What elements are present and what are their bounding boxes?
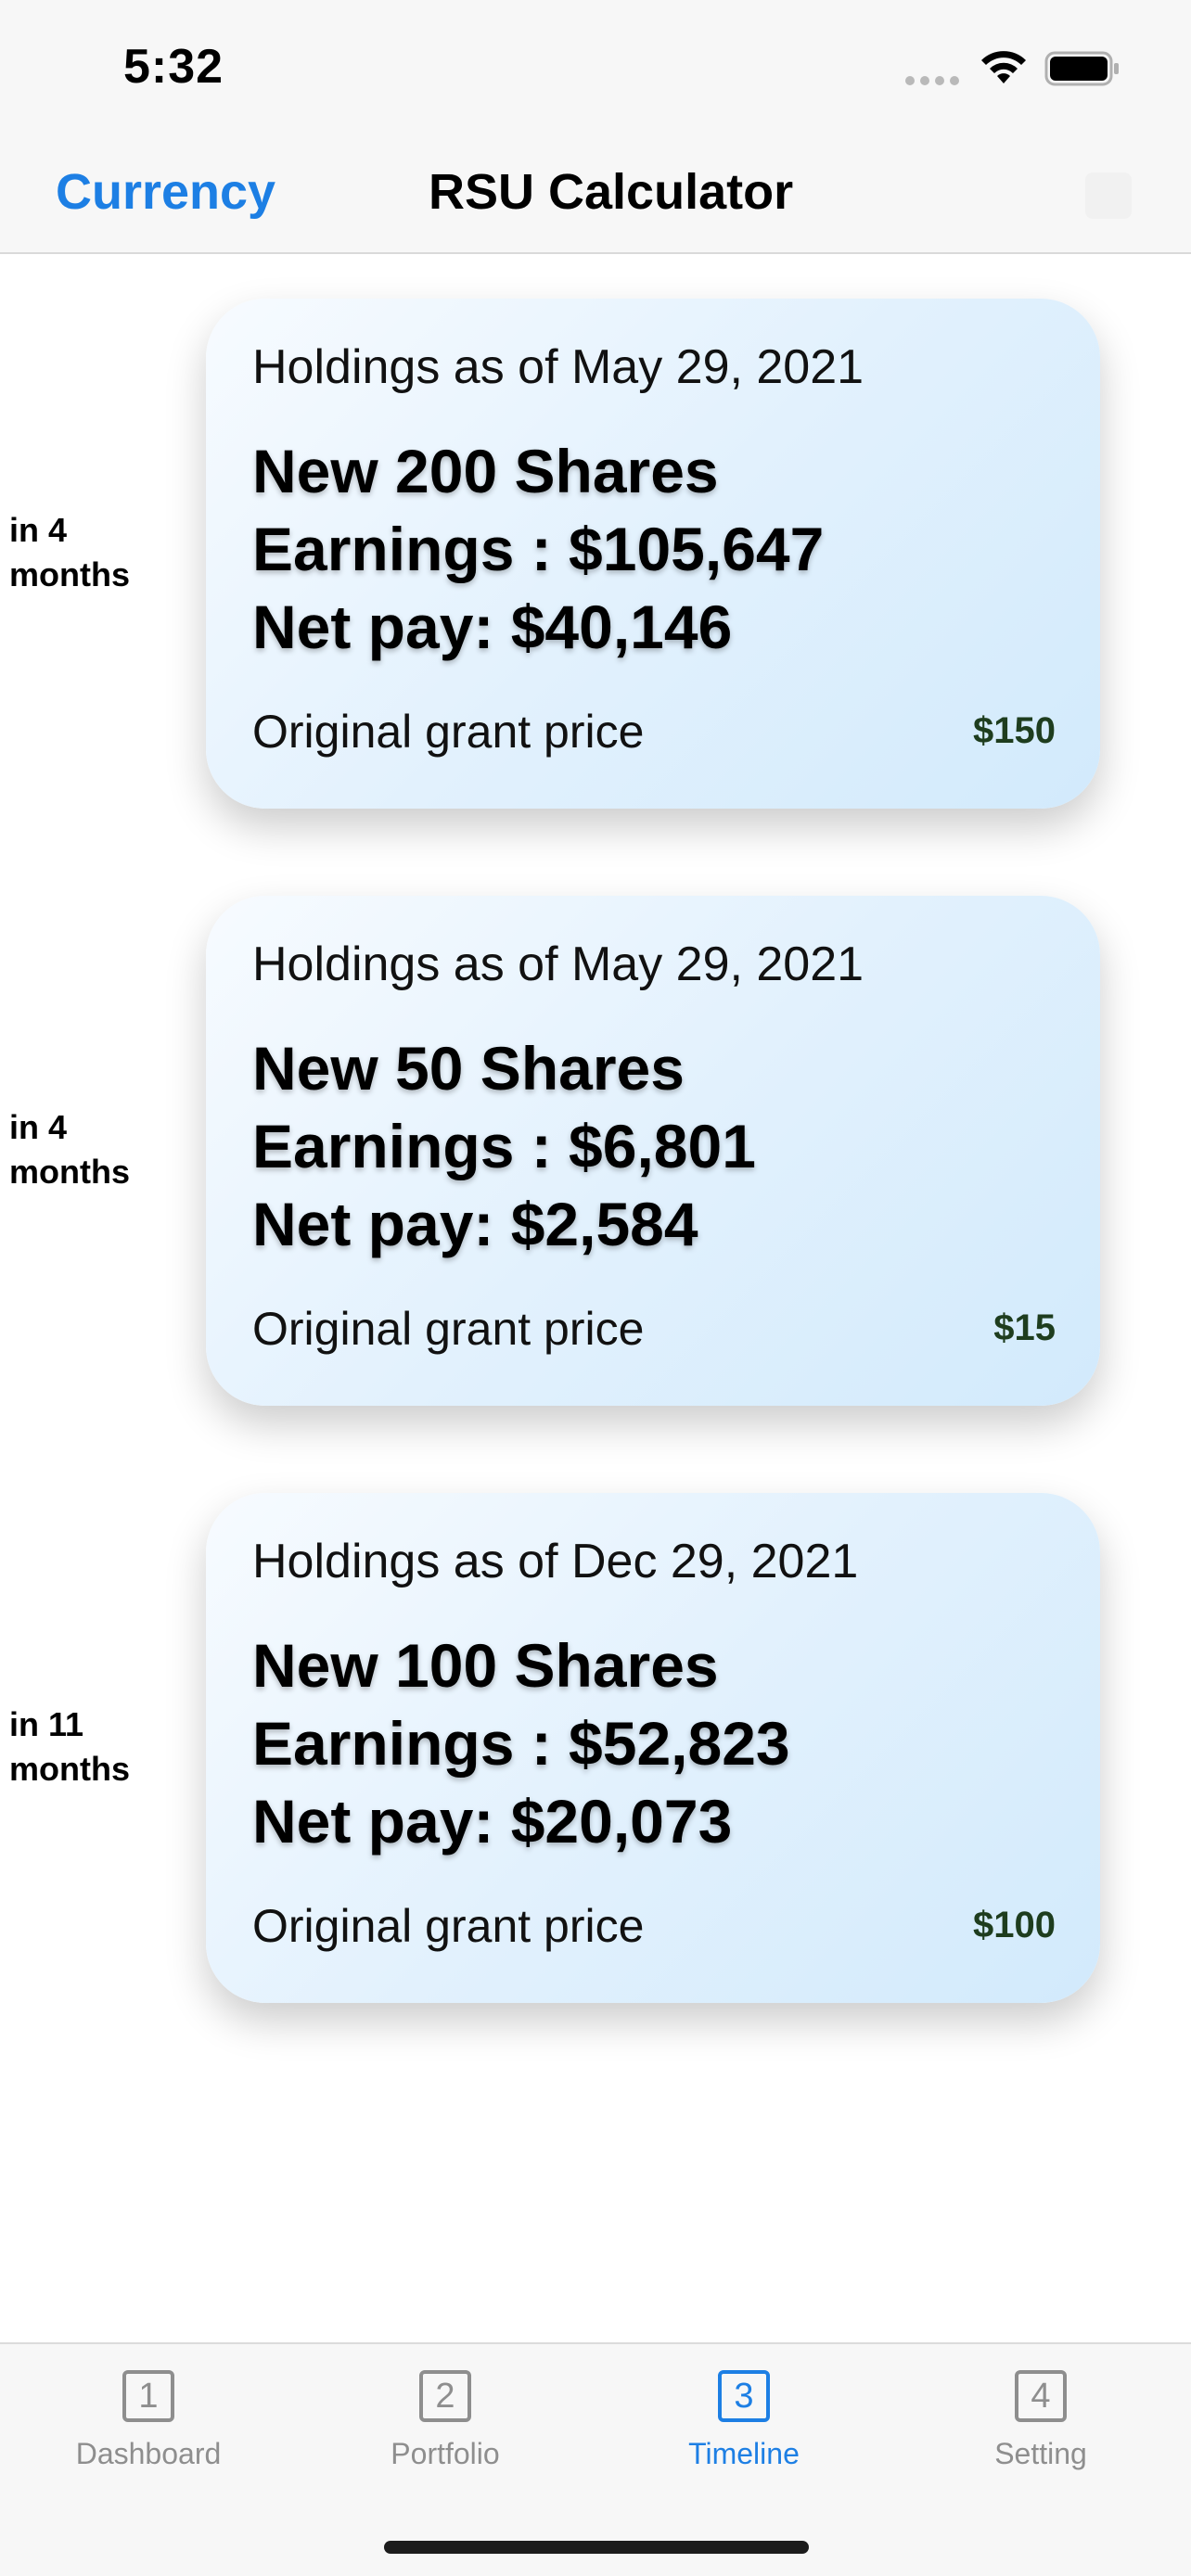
holding-date: Holdings as of Dec 29, 2021 [252,1535,859,1588]
new-shares: New 50 Shares [252,1034,685,1103]
tab-setting[interactable]: 4 Setting [892,2370,1189,2509]
timeline-entry: in 4 months Holdings as of May 29, 2021 … [0,896,1191,1406]
grant-price-label: Original grant price [252,706,645,758]
status-time: 5:32 [123,40,224,94]
holding-card[interactable]: Holdings as of Dec 29, 2021 New 100 Shar… [206,1493,1100,2003]
grant-price-label: Original grant price [252,1900,645,1952]
plus-icon[interactable] [1085,172,1132,219]
grant-price-label: Original grant price [252,1303,645,1355]
tab-timeline[interactable]: 3 Timeline [596,2370,892,2509]
holding-date: Holdings as of May 29, 2021 [252,937,864,991]
square-2-icon: 2 [419,2370,471,2422]
new-shares: New 100 Shares [252,1631,719,1700]
home-indicator[interactable] [384,2541,809,2554]
earnings: Earnings : $105,647 [252,515,825,583]
new-shares: New 200 Shares [252,437,719,505]
holding-date: Holdings as of May 29, 2021 [252,340,864,394]
currency-button[interactable]: Currency [56,163,275,221]
entry-relative-time: in 4 months [9,1108,130,1191]
signal-icon [905,76,959,85]
holding-card[interactable]: Holdings as of May 29, 2021 New 200 Shar… [206,299,1100,809]
screen: 5:32 Currency RSU Calculator in 4 months… [0,0,1191,2576]
earnings: Earnings : $52,823 [252,1709,790,1778]
battery-icon [1044,51,1119,86]
grant-price-value: $150 [973,710,1056,751]
status-bar: 5:32 [0,0,1191,139]
square-3-icon: 3 [718,2370,770,2422]
page-title: RSU Calculator [429,164,794,220]
grant-price-value: $100 [973,1905,1056,1945]
tab-portfolio[interactable]: 2 Portfolio [297,2370,594,2509]
net-pay: Net pay: $40,146 [252,593,733,661]
timeline-entry: in 4 months Holdings as of May 29, 2021 … [0,299,1191,809]
tab-label: Timeline [688,2437,800,2470]
wifi-icon [981,51,1026,83]
square-4-icon: 4 [1015,2370,1067,2422]
timeline-entry: in 11 months Holdings as of Dec 29, 2021… [0,1493,1191,2003]
tab-label: Dashboard [75,2437,222,2470]
navigation-bar: Currency RSU Calculator [0,139,1191,254]
net-pay: Net pay: $20,073 [252,1787,733,1855]
entry-relative-time: in 4 months [9,511,130,593]
earnings: Earnings : $6,801 [252,1112,756,1180]
tab-label: Portfolio [391,2437,500,2470]
grant-price-value: $15 [993,1307,1056,1348]
square-1-icon: 1 [122,2370,174,2422]
holding-card[interactable]: Holdings as of May 29, 2021 New 50 Share… [206,896,1100,1406]
tab-label: Setting [994,2437,1087,2470]
entry-relative-time: in 11 months [9,1705,130,1788]
net-pay: Net pay: $2,584 [252,1190,698,1258]
tab-dashboard[interactable]: 1 Dashboard [0,2370,297,2509]
